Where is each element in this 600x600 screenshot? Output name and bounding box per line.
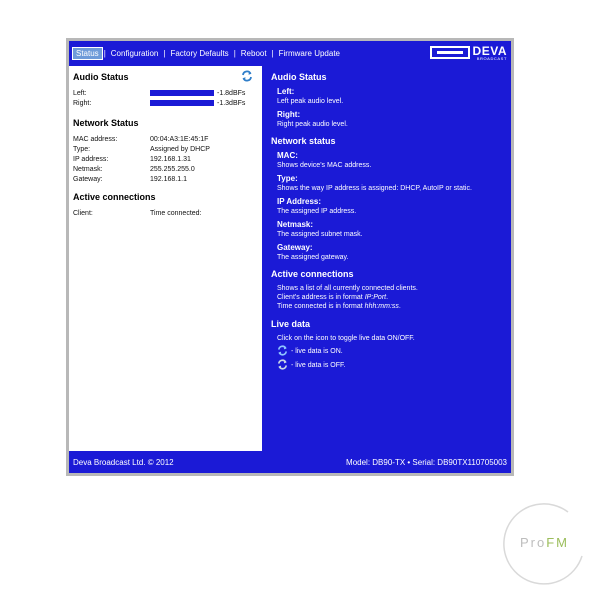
help-live-text: Click on the icon to toggle live data ON… (277, 335, 415, 342)
help-right-head: Right: (277, 110, 301, 119)
network-key: IP address: (73, 155, 109, 163)
live-on-label: - live data is ON. (291, 348, 343, 355)
network-value: 192.168.1.1 (150, 175, 187, 183)
tab-reboot[interactable]: Reboot (237, 47, 271, 60)
help-netmask-text: The assigned subnet mask. (277, 231, 363, 238)
tab-firmware-update[interactable]: Firmware Update (275, 47, 344, 60)
live-off-legend: - live data is OFF. (277, 359, 511, 372)
audio-left-level-bar (150, 90, 214, 96)
active-connections-title: Active connections (73, 192, 156, 202)
help-netmask-head: Netmask: (277, 220, 314, 229)
logo-wordmark: DEVA BROADCAST (473, 45, 507, 61)
network-value: 192.168.1.31 (150, 155, 191, 163)
help-mac-text: Shows device's MAC address. (277, 162, 372, 169)
network-row-ip: IP address: 192.168.1.31 (73, 154, 258, 164)
tab-status[interactable]: Status (72, 46, 103, 60)
network-value: 255.255.255.0 (150, 165, 195, 173)
tab-factory-defaults[interactable]: Factory Defaults (166, 47, 232, 60)
audio-right-row: Right: -1.3dBFs (73, 98, 258, 108)
network-row-mac: MAC address: 00:04:A3:1E:45:1F (73, 134, 258, 144)
audio-right-value: -1.3dBFs (217, 99, 246, 107)
app-window: Status | Configuration | Factory Default… (69, 41, 511, 473)
help-left-text: Left peak audio level. (277, 98, 344, 105)
help-left-head: Left: (277, 87, 295, 96)
audio-left-row: Left: -1.8dBFs (73, 88, 258, 98)
help-conn-line: Time connected is in format hhh:mm:ss. (277, 303, 401, 310)
status-panel: Audio Status Left: -1.8dBFs Right: -1.3d… (69, 66, 262, 451)
help-gateway-text: The assigned gateway. (277, 254, 349, 261)
top-nav-bar: Status | Configuration | Factory Default… (69, 41, 511, 65)
help-right-text: Right peak audio level. (277, 121, 348, 128)
help-ip-head: IP Address: (277, 197, 322, 206)
main-nav: Status | Configuration | Factory Default… (72, 46, 344, 60)
help-conn-line: Shows a list of all currently connected … (277, 285, 418, 292)
live-off-label: - live data is OFF. (291, 362, 346, 369)
help-audio-title: Audio Status (271, 72, 327, 82)
network-key: MAC address: (73, 135, 118, 143)
app-frame: Status | Configuration | Factory Default… (66, 38, 514, 476)
help-gateway-head: Gateway: (277, 243, 313, 252)
deva-logo: DEVA BROADCAST (429, 44, 507, 61)
network-row-gateway: Gateway: 192.168.1.1 (73, 174, 258, 184)
audio-left-label: Left: (73, 89, 87, 97)
network-row-netmask: Netmask: 255.255.255.0 (73, 164, 258, 174)
help-connections-title: Active connections (271, 269, 354, 279)
footer-model-serial: Model: DB90-TX • Serial: DB90TX110705003 (346, 457, 507, 467)
audio-right-level-bar (150, 100, 214, 106)
help-ip-text: The assigned IP address. (277, 208, 357, 215)
audio-right-label: Right: (73, 99, 92, 107)
network-row-type: Type: Assigned by DHCP (73, 144, 258, 154)
help-mac-head: MAC: (277, 151, 298, 160)
network-value: 00:04:A3:1E:45:1F (150, 135, 209, 143)
db-logo-mark-icon (429, 46, 470, 59)
network-key: Type: (73, 145, 91, 153)
tab-configuration[interactable]: Configuration (107, 47, 163, 60)
network-key: Netmask: (73, 165, 103, 173)
live-data-toggle-icon[interactable] (241, 70, 253, 84)
help-live-title: Live data (271, 319, 311, 329)
footer-bar: Deva Broadcast Ltd. © 2012 Model: DB90-T… (69, 451, 511, 473)
audio-left-value: -1.8dBFs (217, 89, 246, 97)
help-type-head: Type: (277, 174, 298, 183)
network-key: Gateway: (73, 175, 103, 183)
connections-header-row: Client: Time connected: (73, 208, 258, 218)
live-on-icon (277, 345, 288, 358)
live-off-icon (277, 359, 288, 372)
time-connected-label: Time connected: (150, 209, 202, 217)
audio-status-title: Audio Status (73, 72, 129, 82)
help-conn-line: Client's address is in format IP:Port. (277, 294, 389, 301)
help-connections-text: Shows a list of all currently connected … (277, 284, 511, 311)
profm-watermark-text: ProFM (520, 535, 570, 550)
live-on-legend: - live data is ON. (277, 345, 511, 358)
client-label: Client: (73, 209, 93, 217)
logo-sub: BROADCAST (476, 55, 507, 61)
footer-copyright: Deva Broadcast Ltd. © 2012 (73, 457, 174, 467)
help-panel: Audio Status Left: Left peak audio level… (266, 66, 511, 451)
logo-name: DEVA (472, 43, 507, 58)
network-status-title: Network Status (73, 118, 139, 128)
help-type-text: Shows the way IP address is assigned: DH… (277, 185, 472, 192)
help-network-title: Network status (271, 136, 336, 146)
network-value: Assigned by DHCP (150, 145, 210, 153)
